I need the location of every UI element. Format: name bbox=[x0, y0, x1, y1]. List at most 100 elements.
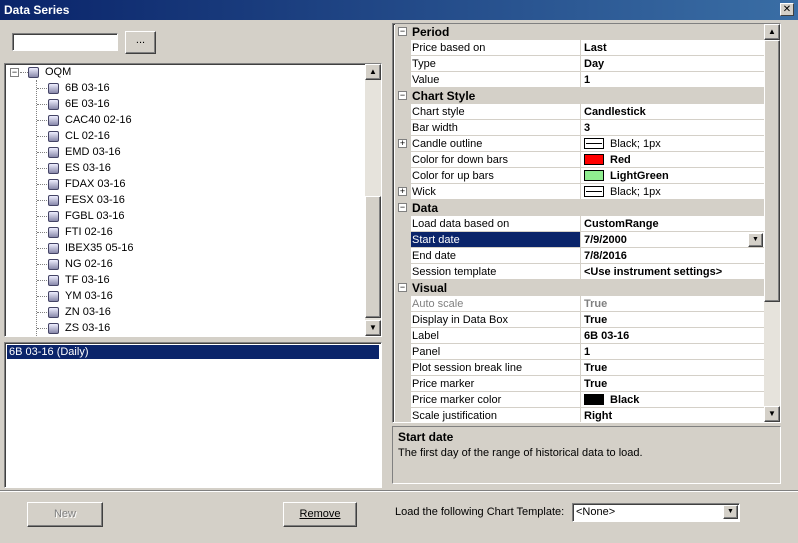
property-name: Candle outline bbox=[411, 136, 581, 152]
selected-series-item[interactable]: 6B 03-16 (Daily) bbox=[7, 345, 379, 359]
property-row[interactable]: Bar width 3 bbox=[395, 120, 764, 136]
collapse-icon[interactable]: − bbox=[398, 283, 407, 292]
property-value[interactable]: Black bbox=[581, 392, 764, 408]
remove-button[interactable]: Remove bbox=[283, 502, 357, 527]
property-value[interactable]: 3 bbox=[581, 120, 764, 136]
property-row[interactable]: Display in Data Box True bbox=[395, 312, 764, 328]
tree-item[interactable]: 6B 03-16 bbox=[48, 80, 110, 96]
property-value[interactable]: Black; 1px bbox=[581, 184, 764, 200]
property-value[interactable]: True bbox=[581, 360, 764, 376]
property-scroll-thumb[interactable] bbox=[764, 40, 780, 302]
tree-scrollbar[interactable]: ▲ ▼ bbox=[365, 64, 381, 336]
chevron-down-icon[interactable]: ▼ bbox=[723, 505, 738, 519]
property-row[interactable]: Color for up bars LightGreen bbox=[395, 168, 764, 184]
property-value[interactable]: 7/8/2016 bbox=[581, 248, 764, 264]
browse-instruments-button[interactable]: ... bbox=[125, 31, 156, 54]
property-row[interactable]: + Wick Black; 1px bbox=[395, 184, 764, 200]
property-row[interactable]: Type Day bbox=[395, 56, 764, 72]
property-row[interactable]: Color for down bars Red bbox=[395, 152, 764, 168]
property-row[interactable]: Panel 1 bbox=[395, 344, 764, 360]
property-name: Start date bbox=[411, 232, 581, 248]
property-row[interactable]: Label 6B 03-16 bbox=[395, 328, 764, 344]
property-row[interactable]: Price marker True bbox=[395, 376, 764, 392]
property-value[interactable]: True bbox=[581, 296, 764, 312]
row-margin bbox=[395, 232, 411, 248]
property-value[interactable]: True bbox=[581, 312, 764, 328]
tree-item[interactable]: FGBL 03-16 bbox=[48, 208, 125, 224]
tree-item[interactable]: CAC40 02-16 bbox=[48, 112, 132, 128]
selected-series-list[interactable]: 6B 03-16 (Daily) bbox=[4, 342, 382, 488]
tree-item[interactable]: YM 03-16 bbox=[48, 288, 113, 304]
property-row[interactable]: Chart style Candlestick bbox=[395, 104, 764, 120]
property-value[interactable]: CustomRange bbox=[581, 216, 764, 232]
property-grid-scrollbar[interactable]: ▲ ▼ bbox=[764, 24, 780, 422]
property-row[interactable]: Value 1 bbox=[395, 72, 764, 88]
property-value[interactable]: Red bbox=[581, 152, 764, 168]
tree-item[interactable]: FTI 02-16 bbox=[48, 224, 113, 240]
tree-item[interactable]: 6E 03-16 bbox=[48, 96, 110, 112]
category-data[interactable]: − Data bbox=[395, 200, 764, 216]
scroll-down-icon[interactable]: ▼ bbox=[365, 320, 381, 336]
property-name: Auto scale bbox=[411, 296, 581, 312]
property-value[interactable]: 7/9/2000 ▼ bbox=[581, 232, 764, 248]
property-row[interactable]: Load data based on CustomRange bbox=[395, 216, 764, 232]
property-value[interactable]: Right bbox=[581, 408, 764, 422]
property-row[interactable]: Price based on Last bbox=[395, 40, 764, 56]
collapse-icon[interactable]: − bbox=[398, 27, 407, 36]
category-visual[interactable]: − Visual bbox=[395, 280, 764, 296]
row-margin: + bbox=[395, 184, 411, 200]
chevron-down-icon[interactable]: ▼ bbox=[748, 233, 763, 247]
property-value[interactable]: Day bbox=[581, 56, 764, 72]
close-button[interactable]: ✕ bbox=[780, 3, 794, 16]
tree-item[interactable]: FESX 03-16 bbox=[48, 192, 125, 208]
tree-collapse-icon[interactable]: − bbox=[10, 68, 19, 77]
scroll-up-icon[interactable]: ▲ bbox=[764, 24, 780, 40]
property-row[interactable]: End date 7/8/2016 bbox=[395, 248, 764, 264]
property-value[interactable]: LightGreen bbox=[581, 168, 764, 184]
property-value[interactable]: Last bbox=[581, 40, 764, 56]
property-value-text: True bbox=[584, 362, 608, 374]
category-chart-style[interactable]: − Chart Style bbox=[395, 88, 764, 104]
property-value[interactable]: 6B 03-16 bbox=[581, 328, 764, 344]
instrument-search-input[interactable] bbox=[12, 33, 118, 51]
tree-item[interactable]: CL 02-16 bbox=[48, 128, 110, 144]
collapse-icon[interactable]: − bbox=[398, 91, 407, 100]
tree-item[interactable]: FDAX 03-16 bbox=[48, 176, 126, 192]
tree-item[interactable]: NG 02-16 bbox=[48, 256, 113, 272]
property-value[interactable]: <Use instrument settings> bbox=[581, 264, 764, 280]
tree-item[interactable]: ZN 03-16 bbox=[48, 304, 111, 320]
property-row[interactable]: Start date 7/9/2000 ▼ bbox=[395, 232, 764, 248]
property-row[interactable]: Plot session break line True bbox=[395, 360, 764, 376]
property-grid[interactable]: − Period Price based on Last Type Day Value 1− C… bbox=[392, 23, 781, 423]
property-row[interactable]: Session template <Use instrument settings… bbox=[395, 264, 764, 280]
window-title: Data Series bbox=[4, 3, 70, 17]
expand-icon[interactable]: + bbox=[398, 139, 407, 148]
new-button[interactable]: New bbox=[27, 502, 103, 527]
tree-item[interactable]: IBEX35 05-16 bbox=[48, 240, 134, 256]
property-value[interactable]: True bbox=[581, 376, 764, 392]
scroll-up-icon[interactable]: ▲ bbox=[365, 64, 381, 80]
chart-template-select[interactable]: <None> ▼ bbox=[572, 503, 740, 522]
property-value[interactable]: 1 bbox=[581, 344, 764, 360]
tree-item[interactable]: ZS 03-16 bbox=[48, 320, 110, 336]
tree-item[interactable]: TF 03-16 bbox=[48, 272, 110, 288]
tree-item[interactable]: EMD 03-16 bbox=[48, 144, 121, 160]
tree-scroll-thumb[interactable] bbox=[365, 196, 381, 318]
property-value[interactable]: 1 bbox=[581, 72, 764, 88]
property-value[interactable]: Candlestick bbox=[581, 104, 764, 120]
property-row[interactable]: Auto scale True bbox=[395, 296, 764, 312]
tree-root-oqm[interactable]: OQM bbox=[28, 64, 71, 80]
collapse-icon[interactable]: − bbox=[398, 203, 407, 212]
tree-item[interactable]: ES 03-16 bbox=[48, 160, 111, 176]
tree-guide-line bbox=[37, 312, 47, 313]
expand-icon[interactable]: + bbox=[398, 187, 407, 196]
tree-guide-line bbox=[37, 296, 47, 297]
property-value[interactable]: Black; 1px bbox=[581, 136, 764, 152]
scroll-down-icon[interactable]: ▼ bbox=[764, 406, 780, 422]
property-row[interactable]: + Candle outline Black; 1px bbox=[395, 136, 764, 152]
property-row[interactable]: Scale justification Right bbox=[395, 408, 764, 422]
property-row[interactable]: Price marker color Black bbox=[395, 392, 764, 408]
instrument-tree[interactable]: − OQM 6B 03-16 6E 03-16 CAC40 02-16 CL 02-1… bbox=[4, 63, 382, 337]
category-period[interactable]: − Period bbox=[395, 24, 764, 40]
tree-item-label: ES 03-16 bbox=[65, 162, 111, 175]
